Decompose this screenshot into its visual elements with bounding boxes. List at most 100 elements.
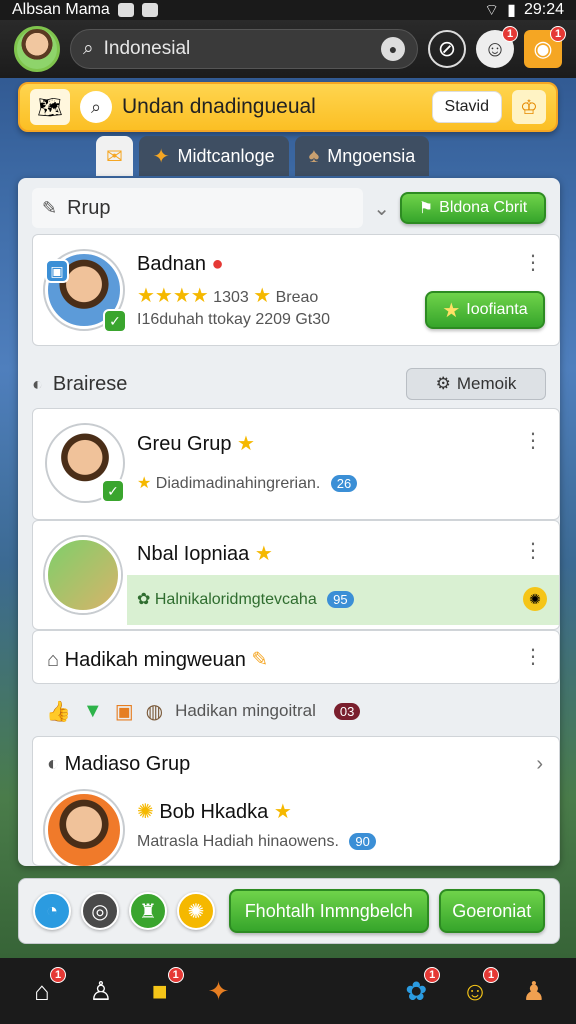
more-options-icon[interactable]: ⋮ [523, 541, 543, 561]
count-badge: 90 [349, 833, 376, 851]
top-nav: ⌕ Indonesial ● ⊘ ☺ 1 ◉ 1 [0, 20, 576, 78]
group-member-subtitle: Matrasla Hadiah hinaowens. 90 [137, 833, 376, 851]
more-options-icon[interactable]: ⋮ [523, 647, 543, 667]
featured-user-card[interactable]: ✓ ▣ Badnan ● ★★★★ 1303 ★ Breao I16duhah … [32, 234, 560, 346]
star-icon: ★ [442, 299, 461, 322]
list-item-name: Greu Grup ★ [137, 433, 255, 455]
search-input[interactable]: ⌕ Indonesial ● [70, 29, 418, 69]
tab-mngoensia[interactable]: ♠ Mngoensia [294, 136, 430, 176]
store-icon[interactable]: ■ 1 [140, 967, 184, 1011]
star-icon: ★ [137, 475, 152, 492]
browse-section-header: ◐ Brairese ⚙ Memoik [18, 362, 560, 406]
more-options-icon[interactable]: ⋮ [523, 431, 543, 451]
bottom-nav: ⌂ 1 ♙ ■ 1 ✦ ✿ 1 ☺ 1 ♟ [0, 958, 576, 1024]
reaction-row: 👍 ▼ ▣ ◍ Hadikan mingoitral 03 [32, 686, 560, 736]
home-icon: ⌂ [47, 649, 60, 671]
mail-notification-icon [141, 3, 158, 17]
avatar [45, 791, 123, 866]
list-item-subtitle: ✿ Halnikaloridmgtevcaha 95 [137, 589, 354, 609]
group-section-title: Rrup [67, 196, 111, 219]
count-badge: 95 [327, 591, 354, 609]
chevron-right-icon[interactable]: › [536, 753, 543, 776]
group-icon: ◐ [47, 753, 60, 775]
crown-icon[interactable]: ♔ [512, 90, 546, 124]
games-icon[interactable]: ✿ 1 [396, 967, 441, 1011]
pets-icon[interactable]: ☺ 1 [455, 967, 500, 1011]
flag-icon: ⚑ [418, 200, 434, 217]
coin-icon[interactable]: ✺ [177, 892, 215, 930]
tab-midtcanloge[interactable]: ✦ Midtcanloge [138, 136, 289, 176]
pencil-icon: ✎ [251, 649, 269, 671]
wifi-chat-icon[interactable]: ◔ [33, 892, 71, 930]
map-icon: 🗺 [30, 89, 70, 125]
user-icon[interactable]: ♟ [514, 971, 554, 1011]
tab-bar: ✉ ✦ Midtcanloge ♠ Mngoensia [96, 136, 430, 176]
banner-text: Undan dnadingueual [122, 95, 316, 118]
ball-icon[interactable]: ◍ [146, 699, 163, 724]
group-section-header: ✎ Rrup ⌄ ⚑ Bldona Cbrit [18, 186, 560, 230]
star-icon: ★ [253, 285, 272, 307]
search-icon: ⌕ [83, 38, 94, 59]
group-member-name: ✺ Bob Hkadka ★ [137, 801, 292, 823]
voice-icon[interactable]: ● [381, 37, 405, 61]
featured-action-button[interactable]: ★ Ioofianta [425, 291, 545, 329]
primary-action-button[interactable]: Fhohtalh Inmngbelch [229, 889, 429, 933]
profile-icon[interactable]: ♙ [81, 971, 121, 1011]
promo-banner[interactable]: 🗺 ⌕ Undan dnadingueual Stavid ♔ [18, 82, 558, 132]
people-badge: 1 [502, 26, 518, 42]
trophy-icon[interactable]: ♜ [129, 892, 167, 930]
secondary-action-button[interactable]: Goeroniat [438, 889, 545, 933]
count-badge: 26 [330, 475, 358, 493]
browse-action-button[interactable]: ⚙ Memoik [406, 368, 546, 400]
notification-icon[interactable]: ◉ 1 [524, 26, 566, 68]
list-item-name: ⌂ Hadikah mingweuan ✎ [47, 649, 269, 671]
list-item[interactable]: Nbal Iopniaa ★ ✿ Halnikaloridmgtevcaha 9… [32, 520, 560, 630]
star-icon: ★ [254, 543, 273, 565]
group-card[interactable]: ◐ Madiaso Grup › ✺ Bob Hkadka ★ Matrasla… [32, 736, 560, 866]
coin-icon[interactable]: ✺ [523, 587, 547, 611]
verified-icon: ✓ [101, 479, 125, 503]
clock: 29:24 [523, 1, 564, 18]
group-dropdown[interactable]: ✎ Rrup [32, 188, 364, 228]
featured-name: Badnan ● [137, 253, 224, 275]
group-action-label: Bldona Cbrit [439, 199, 528, 216]
compass-icon[interactable]: ⊘ [428, 30, 466, 68]
group-action-button[interactable]: ⚑ Bldona Cbrit [400, 192, 546, 224]
app-notification-icon [117, 3, 134, 17]
star-icon: ★ [273, 801, 292, 823]
phone-icon: ▣ [45, 259, 69, 283]
banner-search-icon: ⌕ [80, 91, 112, 123]
home-icon[interactable]: ⌂ 1 [22, 967, 66, 1011]
tab-chat[interactable]: ✉ [96, 136, 133, 176]
chat-icon: ✉ [106, 145, 123, 168]
store-badge: 1 [167, 967, 184, 983]
settings-icon: ⚙ [435, 374, 451, 393]
gift-icon[interactable]: ✦ [199, 971, 239, 1011]
cup-icon[interactable]: ▼ [83, 700, 103, 723]
home-badge: 1 [50, 967, 66, 983]
notification-badge: 1 [550, 26, 566, 42]
more-options-icon[interactable]: ⋮ [523, 253, 543, 273]
tab-label: Mngoensia [327, 145, 416, 166]
list-item-name: Nbal Iopniaa ★ [137, 543, 273, 565]
camera-icon[interactable]: ◎ [81, 892, 119, 930]
chevron-down-icon[interactable]: ⌄ [373, 196, 390, 221]
verified-icon: ✓ [103, 309, 127, 333]
browse-section-title: Brairese [52, 372, 128, 395]
featured-subtitle: I16duhah ttokay 2209 Gt30 [137, 311, 331, 328]
people-icon[interactable]: ☺ 1 [476, 26, 518, 68]
profile-avatar[interactable] [14, 26, 60, 72]
thumbs-up-icon[interactable]: 👍 [46, 699, 71, 724]
coin-icon: ✺ [137, 801, 154, 823]
search-text: Indonesial [103, 38, 191, 59]
gamepad-icon: ✿ [137, 591, 151, 608]
banner-pill-button[interactable]: Stavid [431, 91, 502, 123]
fire-icon: ● [211, 253, 224, 275]
signal-icon: ▮ [507, 2, 516, 19]
chat-bubble-icon: ◐ [32, 373, 43, 394]
list-item[interactable]: ✓ Greu Grup ★ ★ Diadimadinahingrerian. 2… [32, 408, 560, 520]
list-item[interactable]: ⌂ Hadikah mingweuan ✎ ⋮ [32, 630, 560, 684]
gift-icon[interactable]: ▣ [115, 699, 134, 724]
status-bar: Albsan Mama ⌔ ▮ 29:24 [0, 0, 576, 20]
